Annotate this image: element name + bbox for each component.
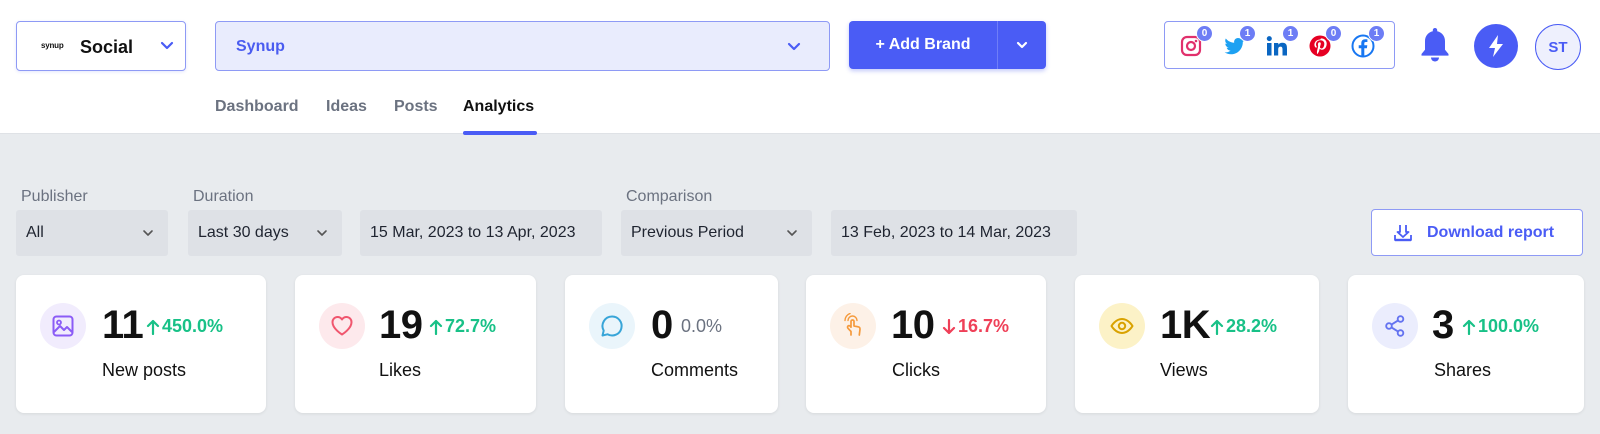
arrow-up-icon bbox=[429, 319, 443, 335]
metric-name: Likes bbox=[379, 360, 422, 380]
facebook-account[interactable]: 1 bbox=[1351, 25, 1385, 60]
duration-value: Last 30 days bbox=[198, 224, 289, 241]
icon-badge bbox=[1372, 303, 1418, 349]
metric-name: Comments bbox=[651, 360, 739, 380]
pointer-icon bbox=[844, 313, 861, 336]
tab-posts[interactable]: Posts bbox=[394, 98, 438, 116]
count-badge: 1 bbox=[1282, 25, 1299, 42]
metric-change: 72.7% bbox=[429, 316, 496, 337]
arrow-up-icon bbox=[1462, 319, 1476, 335]
metric-name: Clicks bbox=[892, 360, 940, 380]
metric-card-likes: 19 72.7% Likes bbox=[295, 275, 536, 413]
tab-dashboard[interactable]: Dashboard bbox=[215, 98, 299, 116]
chevron-down-icon bbox=[1016, 41, 1028, 49]
download-report-button[interactable]: Download report bbox=[1371, 209, 1583, 256]
app-switcher[interactable]: synup Social bbox=[16, 21, 186, 71]
heart-icon bbox=[331, 316, 353, 336]
arrow-up-icon bbox=[1210, 319, 1224, 335]
chevron-down-icon bbox=[317, 230, 327, 236]
metric-change: 100.0% bbox=[1462, 316, 1539, 337]
metric-change-value: 28.2% bbox=[1226, 316, 1278, 336]
download-icon bbox=[1394, 225, 1412, 242]
pinterest-account[interactable]: 0 bbox=[1308, 25, 1342, 60]
icon-badge bbox=[319, 303, 365, 349]
tab-ideas[interactable]: Ideas bbox=[326, 98, 367, 116]
metric-name: New posts bbox=[102, 360, 187, 380]
comparison-label: Comparison bbox=[626, 188, 713, 205]
comparison-range-value: 13 Feb, 2023 to 14 Mar, 2023 bbox=[841, 224, 1051, 241]
share-icon bbox=[1385, 315, 1405, 337]
metric-change-value: 100.0% bbox=[1478, 316, 1540, 336]
metric-change-value: 72.7% bbox=[445, 316, 497, 336]
metric-name: Views bbox=[1160, 360, 1208, 380]
brand-select-value: Synup bbox=[236, 38, 285, 55]
metric-card-clicks: 10 16.7% Clicks bbox=[806, 275, 1046, 413]
synup-logo: synup bbox=[41, 41, 64, 50]
publisher-value: All bbox=[26, 224, 44, 241]
icon-badge bbox=[830, 303, 876, 349]
image-icon bbox=[52, 315, 74, 337]
arrow-down-icon bbox=[942, 318, 956, 334]
icon-badge bbox=[40, 303, 86, 349]
duration-date-range[interactable]: 15 Mar, 2023 to 13 Apr, 2023 bbox=[360, 210, 602, 256]
metric-value: 1K bbox=[1160, 303, 1211, 347]
count-badge: 0 bbox=[1196, 25, 1213, 42]
metric-name: Shares bbox=[1434, 360, 1492, 380]
brand-select[interactable]: Synup bbox=[215, 21, 830, 71]
notifications-button[interactable] bbox=[1417, 25, 1453, 65]
chevron-down-icon bbox=[160, 41, 174, 50]
metric-card-new-posts: 11 450.0% New posts bbox=[16, 275, 266, 413]
count-badge: 0 bbox=[1325, 25, 1342, 42]
app-switcher-label: Social bbox=[80, 37, 134, 57]
add-brand-split-button: + Add Brand bbox=[849, 21, 1046, 69]
avatar[interactable]: ST bbox=[1535, 24, 1581, 70]
count-badge: 1 bbox=[1239, 25, 1256, 42]
active-tab-indicator bbox=[463, 131, 537, 135]
comment-icon bbox=[601, 315, 623, 337]
bell-icon bbox=[1421, 28, 1449, 62]
comparison-date-range[interactable]: 13 Feb, 2023 to 14 Mar, 2023 bbox=[831, 210, 1077, 256]
metric-card-views: 1K 28.2% Views bbox=[1075, 275, 1319, 413]
metric-change-value: 16.7% bbox=[958, 316, 1010, 336]
icon-badge bbox=[1099, 303, 1145, 349]
metric-change-value: 450.0% bbox=[162, 316, 224, 336]
eye-icon bbox=[1110, 318, 1134, 334]
add-brand-dropdown-button[interactable] bbox=[998, 21, 1046, 69]
comparison-select[interactable]: Previous Period bbox=[621, 210, 812, 256]
download-report-label: Download report bbox=[1427, 224, 1555, 241]
duration-label: Duration bbox=[193, 188, 254, 205]
arrow-up-icon bbox=[146, 319, 160, 335]
metric-value: 19 bbox=[379, 303, 423, 347]
metric-change: 28.2% bbox=[1210, 316, 1277, 337]
quick-actions-button[interactable] bbox=[1474, 24, 1518, 68]
metric-card-shares: 3 100.0% Shares bbox=[1348, 275, 1584, 413]
metric-value: 11 bbox=[102, 303, 144, 347]
linkedin-account[interactable]: 1 bbox=[1265, 25, 1299, 60]
lightning-icon bbox=[1489, 35, 1503, 57]
top-bar: synup Social Synup + Add Brand 0 1 1 0 1… bbox=[0, 0, 1600, 135]
duration-range-value: 15 Mar, 2023 to 13 Apr, 2023 bbox=[370, 224, 576, 241]
publisher-select[interactable]: All bbox=[16, 210, 168, 256]
twitter-account[interactable]: 1 bbox=[1222, 25, 1256, 60]
tab-analytics[interactable]: Analytics bbox=[463, 98, 534, 116]
metric-value: 3 bbox=[1432, 303, 1454, 347]
chevron-down-icon bbox=[787, 42, 801, 51]
metric-change-value: 0.0% bbox=[681, 316, 723, 336]
social-accounts: 0 1 1 0 1 bbox=[1164, 21, 1395, 69]
metric-change: 16.7% bbox=[942, 316, 1009, 337]
metric-value: 0 bbox=[651, 303, 673, 347]
icon-badge bbox=[589, 303, 635, 349]
count-badge: 1 bbox=[1368, 25, 1385, 42]
comparison-value: Previous Period bbox=[631, 224, 744, 241]
instagram-account[interactable]: 0 bbox=[1179, 25, 1213, 60]
metric-card-comments: 0 0.0% Comments bbox=[565, 275, 778, 413]
duration-select[interactable]: Last 30 days bbox=[188, 210, 342, 256]
metric-value: 10 bbox=[891, 303, 935, 347]
chevron-down-icon bbox=[143, 230, 153, 236]
publisher-label: Publisher bbox=[21, 188, 88, 205]
metric-change: 450.0% bbox=[146, 316, 223, 337]
add-brand-button[interactable]: + Add Brand bbox=[849, 21, 997, 69]
chevron-down-icon bbox=[787, 230, 797, 236]
metric-change: 0.0% bbox=[681, 316, 722, 337]
